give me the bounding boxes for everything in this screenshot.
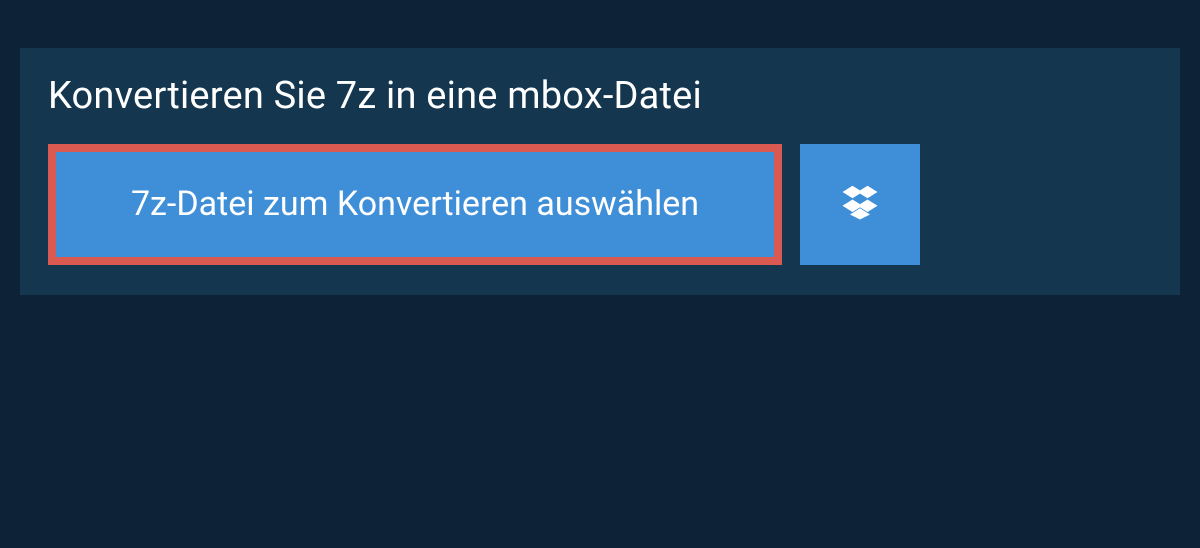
page-title: Konvertieren Sie 7z in eine mbox-Datei [20,48,1180,144]
dropbox-button[interactable] [800,144,920,265]
dropbox-icon [840,182,880,226]
select-file-button[interactable]: 7z-Datei zum Konvertieren auswählen [48,144,782,265]
converter-panel: Konvertieren Sie 7z in eine mbox-Datei 7… [20,48,1180,295]
button-row: 7z-Datei zum Konvertieren auswählen [20,144,1180,295]
